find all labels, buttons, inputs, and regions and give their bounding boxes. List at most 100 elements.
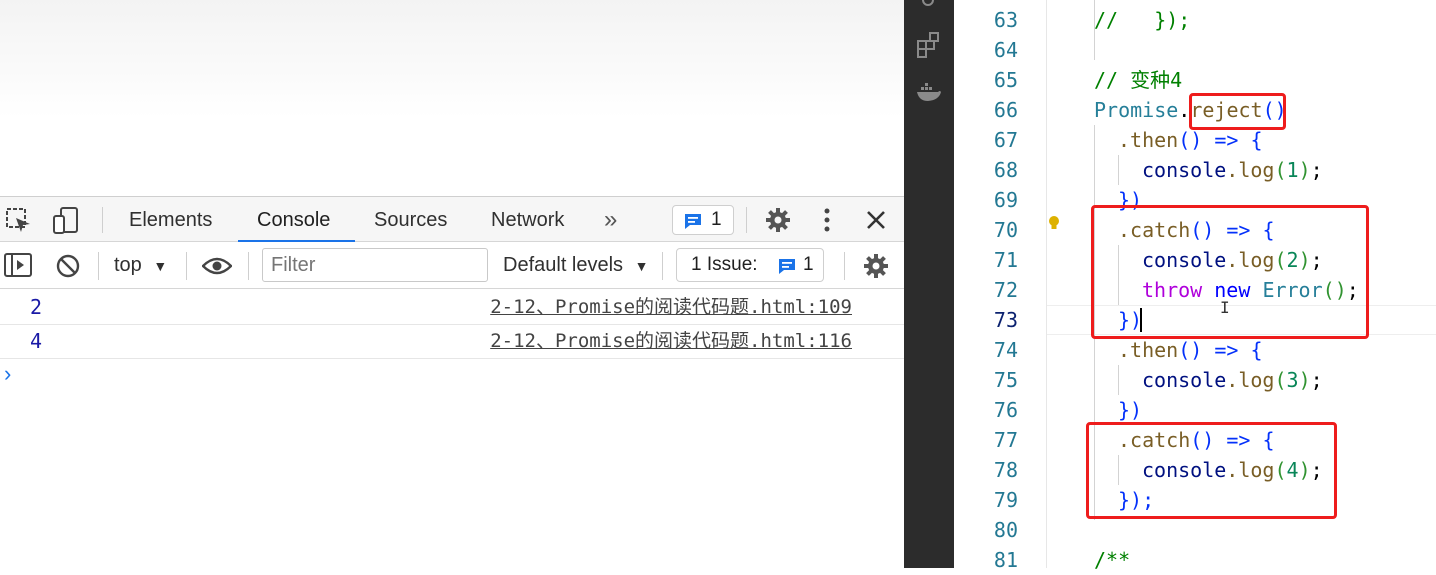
token-console: console: [1142, 158, 1227, 182]
code-line-74: .then() => {: [1118, 335, 1263, 365]
settings-gear-icon[interactable]: [765, 207, 791, 233]
annotation-box-first-catch: [1091, 205, 1369, 339]
token-arrow-fn: () => {: [1178, 128, 1263, 152]
tab-console[interactable]: Console: [257, 197, 330, 243]
annotation-box-reject: [1189, 93, 1286, 130]
token-log: .log: [1226, 158, 1275, 182]
code-line-81: /**: [1094, 548, 1131, 572]
code-line-76: }): [1118, 398, 1143, 422]
docker-icon[interactable]: [916, 82, 942, 102]
token-paren: ): [1298, 368, 1311, 392]
clear-console-icon[interactable]: [55, 253, 81, 279]
device-toolbar-icon[interactable]: [52, 207, 80, 235]
line-number: 76: [993, 398, 1018, 422]
token-number: 3: [1286, 368, 1299, 392]
code-line-63: // });: [1094, 5, 1190, 35]
separator: [248, 252, 249, 280]
console-prompt[interactable]: ›: [4, 360, 11, 388]
log-value: 4: [30, 329, 43, 353]
line-number: 79: [993, 488, 1018, 512]
indent-guide: [1118, 155, 1119, 185]
token-then: .then: [1118, 128, 1179, 152]
log-value: 2: [30, 295, 43, 319]
console-message: 2 2-12、Promise的阅读代码题.html:109: [0, 290, 904, 325]
log-source-link[interactable]: 2-12、Promise的阅读代码题.html:116: [490, 324, 852, 358]
code-line-68: console.log(1);: [1142, 155, 1323, 185]
indent-guide: [1118, 365, 1119, 395]
token-arrow-fn: () => {: [1178, 338, 1263, 362]
log-levels-dropdown[interactable]: Default levels ▼: [503, 242, 648, 290]
lightbulb-icon[interactable]: [1047, 215, 1061, 233]
dropdown-arrow-icon: ▼: [153, 258, 168, 274]
separator: [186, 252, 187, 280]
separator: [662, 252, 663, 280]
messages-badge[interactable]: 1: [672, 205, 734, 235]
line-number: 70: [993, 218, 1018, 242]
close-icon[interactable]: [866, 210, 886, 230]
more-tabs-button[interactable]: »: [604, 197, 617, 243]
line-number: 78: [993, 458, 1018, 482]
separator: [844, 252, 845, 280]
debug-icon[interactable]: [916, 0, 940, 8]
comment: // });: [1094, 8, 1191, 32]
token-console: console: [1142, 368, 1227, 392]
token-number: 1: [1286, 158, 1299, 182]
token-promise: Promise: [1094, 98, 1179, 122]
line-number: 81: [993, 548, 1018, 572]
issues-label: 1 Issue:: [691, 254, 758, 275]
line-number: 72: [993, 278, 1018, 302]
log-source-link[interactable]: 2-12、Promise的阅读代码题.html:109: [490, 290, 852, 324]
line-number: 67: [993, 128, 1018, 152]
token-then: .then: [1118, 338, 1179, 362]
sidebar-toggle-icon[interactable]: [4, 253, 32, 277]
message-icon: [685, 214, 701, 229]
code-line-75: console.log(3);: [1142, 365, 1323, 395]
token-semicolon: ;: [1310, 368, 1323, 392]
extensions-icon[interactable]: [916, 32, 942, 58]
issues-count: 1: [803, 254, 814, 275]
separator: [746, 207, 747, 233]
console-settings-gear-icon[interactable]: [863, 253, 889, 279]
console-toolbar: top ▼ Default levels ▼ 1 Issue: 1: [0, 242, 904, 289]
comment: // 变种4: [1094, 68, 1183, 92]
messages-count: 1: [711, 209, 722, 230]
dropdown-arrow-icon: ▼: [634, 258, 649, 274]
tab-network[interactable]: Network: [491, 197, 564, 243]
token-paren: ): [1298, 158, 1311, 182]
line-number: 77: [993, 428, 1018, 452]
token-semicolon: ;: [1310, 158, 1323, 182]
tab-elements[interactable]: Elements: [129, 197, 212, 243]
issues-button[interactable]: 1 Issue: 1: [676, 248, 824, 282]
context-selector[interactable]: top ▼: [114, 242, 167, 290]
code-editor[interactable]: 63 64 65 66 67 68 69 70 71 72 73 74 75 7…: [954, 0, 1436, 572]
browser-viewport: [0, 0, 904, 196]
line-number: 69: [993, 188, 1018, 212]
line-number: 68: [993, 158, 1018, 182]
token-paren: (: [1274, 158, 1287, 182]
devtools-tabbar: Elements Console Sources Network » 1: [0, 196, 904, 243]
line-number: 66: [993, 98, 1018, 122]
console-message: 4 2-12、Promise的阅读代码题.html:116: [0, 324, 904, 359]
gutter-separator: [1046, 0, 1047, 568]
editor-activity-bar: [904, 0, 954, 568]
message-icon: [779, 259, 795, 274]
line-number: 65: [993, 68, 1018, 92]
log-levels-label: Default levels: [503, 254, 624, 276]
line-number: 74: [993, 338, 1018, 362]
live-expression-eye-icon[interactable]: [202, 256, 232, 276]
line-number: 64: [993, 38, 1018, 62]
line-number-current: 73: [993, 308, 1018, 332]
devtools-panel: Elements Console Sources Network » 1 top…: [0, 196, 904, 568]
filter-input[interactable]: [262, 248, 488, 282]
inspect-element-icon[interactable]: [6, 208, 32, 234]
annotation-box-second-catch: [1086, 422, 1337, 519]
line-number: 80: [993, 518, 1018, 542]
context-label: top: [114, 254, 142, 276]
code-line-65: // 变种4: [1094, 65, 1182, 95]
tab-sources[interactable]: Sources: [374, 197, 447, 243]
separator: [98, 252, 99, 280]
separator: [102, 207, 103, 233]
token-paren: (: [1274, 368, 1287, 392]
line-number: 75: [993, 368, 1018, 392]
more-options-icon[interactable]: [822, 207, 832, 233]
